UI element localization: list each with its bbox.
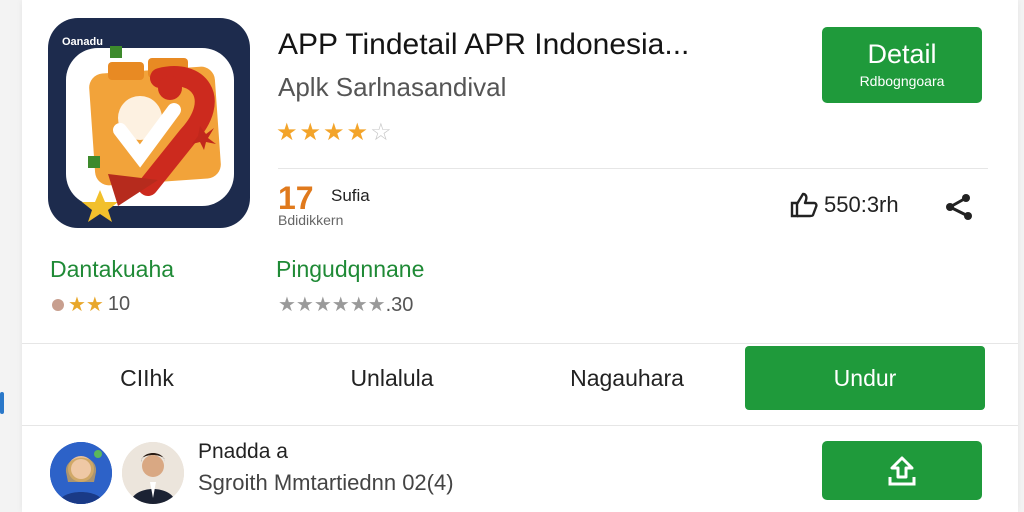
tab-bar: CIIhk Unlalula Nagauhara Undur (22, 346, 1018, 412)
rating-dot-icon (52, 298, 64, 311)
upload-button[interactable] (822, 441, 982, 500)
category-rating-value: .30 (385, 294, 414, 316)
stat-sublabel: Bdidikkern (278, 212, 344, 228)
app-title: APP Tindetail APR Indonesia... (278, 28, 690, 61)
divider (278, 168, 988, 169)
detail-button-label: Detail (867, 39, 937, 69)
star-icon: ★★ (68, 294, 104, 316)
star-icon: ★★★★ (276, 119, 371, 146)
share-icon[interactable] (944, 193, 974, 221)
app-icon[interactable]: Oanadu (48, 18, 250, 228)
reviewer-subtitle: Sgroith Mmtartiednn 02(4) (198, 470, 454, 495)
divider (22, 425, 1018, 426)
tab-2[interactable]: Unlalula (267, 346, 517, 410)
developer-rating-value: 10 (107, 293, 131, 315)
avatar-1[interactable] (50, 442, 112, 504)
developer-name[interactable]: Dantakuaha (50, 256, 174, 283)
developer-rating: ★★ 10 (52, 292, 130, 317)
likes-count: 550:3rh (824, 192, 899, 217)
category-rating: ★★★★★★.30 (278, 292, 413, 317)
app-subtitle: Aplk Sarlnasandival (278, 72, 507, 102)
reviewer-name: Pnadda a (198, 440, 288, 463)
app-icon-badge: Oanadu (62, 36, 103, 48)
likes-button[interactable]: 550:3rh (790, 192, 899, 218)
avatar-woman-icon (50, 442, 112, 504)
avatar-man-icon (122, 442, 184, 504)
upload-icon (888, 456, 916, 485)
tab-install[interactable]: Undur (745, 346, 985, 410)
category-name[interactable]: Pingudqnnane (276, 256, 424, 283)
thumbs-up-icon (790, 192, 818, 218)
detail-button-sublabel: Rdbogngoara (859, 73, 945, 89)
stat-label: Sufia (331, 186, 370, 205)
scroll-indicator (0, 392, 4, 414)
app-rating-stars: ★★★★☆ (276, 118, 394, 147)
tab-1[interactable]: CIIhk (22, 346, 272, 410)
detail-button[interactable]: Detail Rdbogngoara (822, 27, 982, 103)
tab-3[interactable]: Nagauhara (502, 346, 752, 410)
star-empty-icon: ☆ (370, 119, 394, 146)
avatar-2[interactable] (122, 442, 184, 504)
star-icon: ★★★★★★ (278, 294, 386, 316)
divider (22, 343, 1018, 344)
app-icon-graphic (66, 46, 234, 222)
